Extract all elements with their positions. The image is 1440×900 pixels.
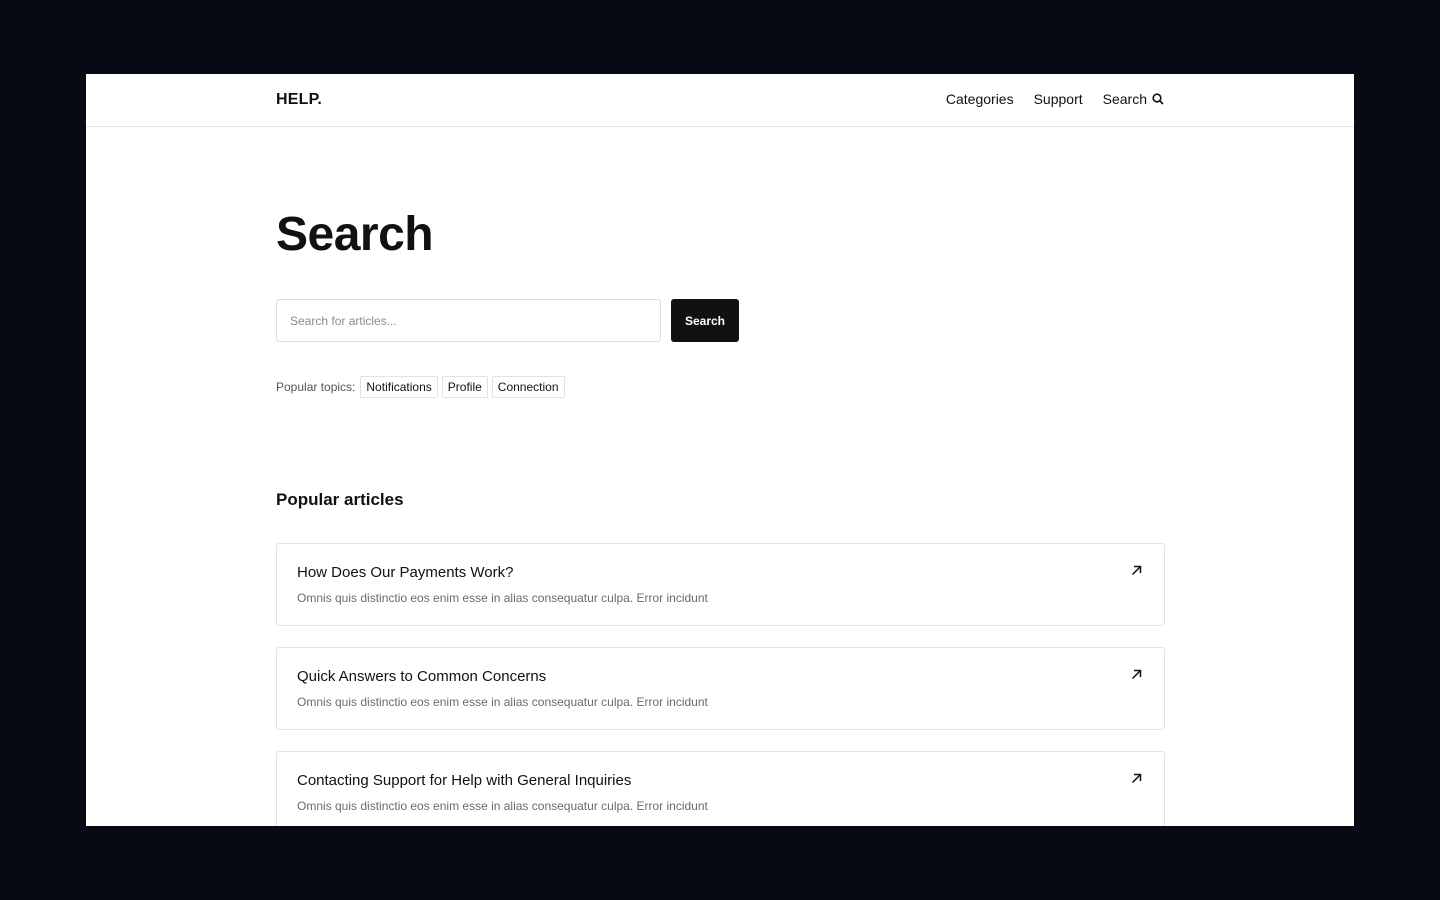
article-title: Contacting Support for Help with General… [297, 772, 632, 789]
search-icon [1152, 93, 1164, 105]
page-title: Search [276, 208, 434, 261]
main-nav: Categories Support Search [946, 91, 1164, 107]
arrow-up-right-icon [1131, 565, 1142, 576]
search-input[interactable] [276, 299, 661, 342]
app-window: HELP. Categories Support Search Search S… [86, 74, 1354, 826]
search-button[interactable]: Search [671, 299, 739, 342]
popular-articles-title: Popular articles [276, 490, 404, 509]
nav-search[interactable]: Search [1103, 91, 1164, 107]
article-card[interactable]: Quick Answers to Common Concerns Omnis q… [276, 647, 1165, 730]
article-card[interactable]: How Does Our Payments Work? Omnis quis d… [276, 543, 1165, 626]
topic-chip-notifications[interactable]: Notifications [360, 376, 438, 398]
article-description: Omnis quis distinctio eos enim esse in a… [297, 695, 708, 709]
arrow-up-right-icon [1131, 773, 1142, 784]
arrow-up-right-icon [1131, 669, 1142, 680]
article-title: Quick Answers to Common Concerns [297, 668, 547, 685]
article-title: How Does Our Payments Work? [297, 564, 514, 581]
site-header: HELP. Categories Support Search [86, 74, 1354, 127]
nav-support[interactable]: Support [1034, 91, 1083, 107]
article-card[interactable]: Contacting Support for Help with General… [276, 751, 1165, 826]
main-content: Search Search Popular topics: Notificati… [276, 127, 1165, 826]
search-form: Search [276, 299, 1165, 342]
logo[interactable]: HELP. [276, 91, 322, 109]
popular-topics-label: Popular topics: [276, 380, 356, 394]
article-list: How Does Our Payments Work? Omnis quis d… [276, 543, 1165, 826]
article-description: Omnis quis distinctio eos enim esse in a… [297, 591, 708, 605]
article-description: Omnis quis distinctio eos enim esse in a… [297, 799, 708, 813]
nav-search-label: Search [1102, 91, 1147, 107]
topic-chip-connection[interactable]: Connection [491, 376, 565, 398]
nav-categories[interactable]: Categories [946, 91, 1014, 107]
popular-topics: Popular topics: Notifications Profile Co… [276, 376, 1165, 398]
topic-chip-profile[interactable]: Profile [441, 376, 488, 398]
